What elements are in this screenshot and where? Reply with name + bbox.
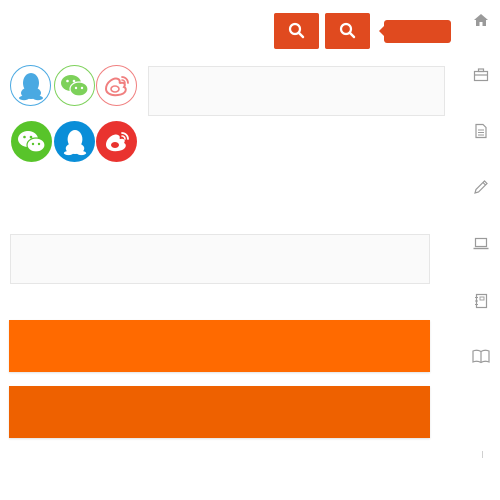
search-icon [339,22,355,39]
qq-icon [18,72,43,100]
wechat-icon [60,74,89,97]
middle-input-panel[interactable] [10,234,430,284]
pencil-icon [474,180,488,194]
sidebar-laptop[interactable] [472,234,490,252]
weibo-icon [105,131,129,151]
laptop-icon [473,237,489,250]
notebook-icon [475,293,488,309]
wechat-filled-button[interactable] [11,121,52,162]
sidebar-notebook[interactable] [472,292,490,310]
weibo-icon [104,75,129,96]
qq-icon [63,129,86,155]
qq-filled-button[interactable] [54,121,95,162]
sidebar-briefcase[interactable] [472,66,490,84]
secondary-action-bar[interactable] [9,386,430,438]
qq-outline-button[interactable] [10,65,51,106]
sidebar-book[interactable] [472,347,490,365]
weibo-filled-button[interactable] [96,121,137,162]
sidebar-home[interactable] [472,11,490,29]
search-button[interactable] [274,13,319,49]
weibo-outline-button[interactable] [96,65,137,106]
sidebar-pencil[interactable] [472,178,490,196]
primary-action-bar[interactable] [9,320,430,372]
document-icon [475,123,487,139]
wechat-icon [17,130,46,153]
top-input-panel[interactable] [148,66,445,116]
sidebar-document[interactable] [472,122,490,140]
search-button-secondary[interactable] [325,13,370,49]
wechat-outline-button[interactable] [54,65,95,106]
scroll-indicator [482,451,483,458]
tooltip-button[interactable] [379,20,451,43]
search-icon [288,22,304,39]
briefcase-icon [473,68,489,82]
book-icon [472,349,490,364]
home-icon [474,14,488,26]
